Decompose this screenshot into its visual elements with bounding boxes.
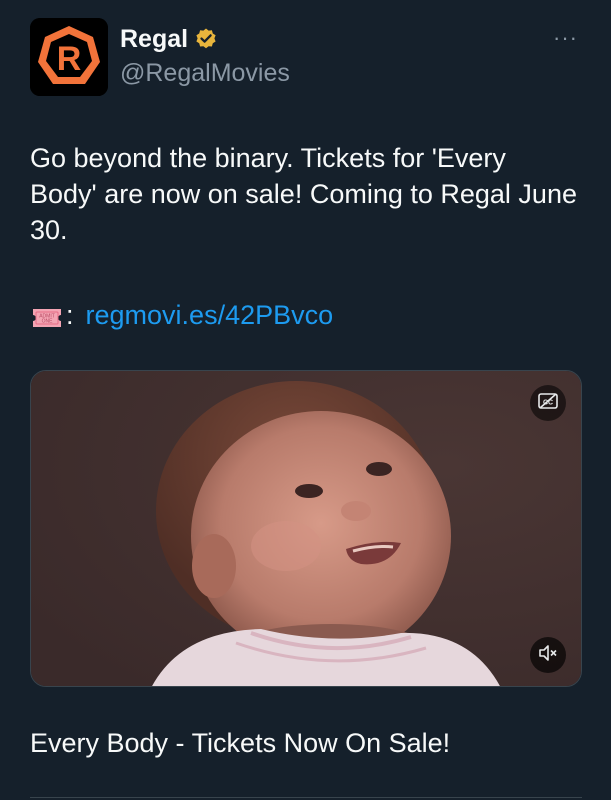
- divider: [30, 797, 582, 798]
- svg-text:ONE: ONE: [42, 319, 54, 325]
- avatar[interactable]: R: [30, 18, 108, 96]
- closed-captions-off-icon: CC: [537, 392, 559, 415]
- display-name[interactable]: Regal: [120, 24, 188, 54]
- speaker-muted-icon: [537, 644, 559, 667]
- avatar-letter: R: [57, 40, 82, 78]
- link-row: ADMIT ONE : regmovi.es/42PBvco: [30, 297, 333, 333]
- mute-toggle-button[interactable]: [530, 637, 566, 673]
- tweet-text: Go beyond the binary. Tickets for 'Every…: [30, 143, 577, 245]
- video-player[interactable]: [30, 370, 582, 687]
- name-row: Regal: [120, 24, 218, 54]
- video-thumbnail: [31, 371, 581, 686]
- tweet-link[interactable]: regmovi.es/42PBvco: [86, 297, 334, 333]
- tweet-container: R Regal @RegalMovies ··· Go beyond the b…: [0, 0, 611, 800]
- admission-ticket-icon: ADMIT ONE: [30, 303, 64, 327]
- more-options-icon[interactable]: ···: [553, 26, 578, 50]
- user-handle[interactable]: @RegalMovies: [120, 58, 290, 88]
- closed-captions-button[interactable]: CC: [530, 385, 566, 421]
- link-prefix: :: [66, 300, 74, 330]
- verified-badge-icon: [194, 27, 218, 51]
- regal-logo-icon: R: [30, 18, 108, 96]
- card-title[interactable]: Every Body - Tickets Now On Sale!: [30, 725, 450, 761]
